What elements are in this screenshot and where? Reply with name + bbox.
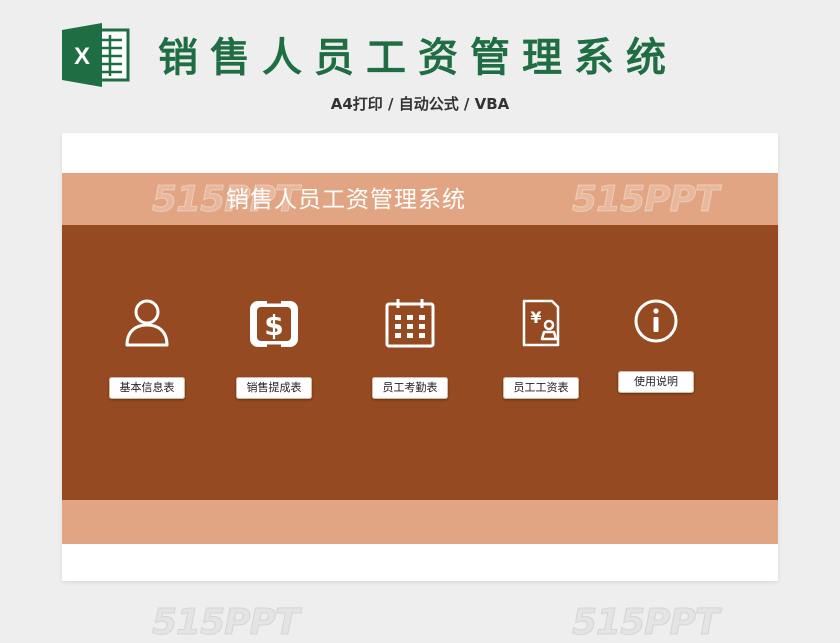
basic-info-button[interactable]: 基本信息表 (109, 377, 185, 399)
payslip-yen-icon: ¥ (522, 299, 560, 347)
info-icon (634, 299, 678, 343)
menu-item-payroll[interactable]: ¥ 员工工资表 (491, 297, 591, 437)
menu-item-instructions[interactable]: 使用说明 (606, 297, 706, 437)
page-title: 销售人员工资管理系统 (158, 35, 678, 81)
menu-item-attendance[interactable]: 员工考勤表 (360, 297, 460, 437)
instructions-button[interactable]: 使用说明 (618, 371, 694, 393)
system-title: 销售人员工资管理系统 (226, 187, 466, 213)
svg-text:¥: ¥ (530, 308, 541, 327)
menu-area: 基本信息表 $ 销售提成表 员工考勤表 ¥ 员工工资表 使用说明 (62, 225, 778, 500)
excel-logo-icon: X (62, 23, 130, 87)
menu-item-sales-commission[interactable]: $ 销售提成表 (224, 297, 324, 437)
person-icon (125, 299, 169, 347)
sales-commission-button[interactable]: 销售提成表 (236, 377, 312, 399)
calendar-icon (385, 299, 435, 348)
dollar-icon: $ (250, 300, 298, 348)
payroll-button[interactable]: 员工工资表 (503, 377, 579, 399)
title-band: 515PPT 515PPT 销售人员工资管理系统 (62, 173, 778, 225)
page-header: X 销售人员工资管理系统 A4打印 / 自动公式 / VBA (0, 0, 840, 130)
watermark-text: 515PPT (151, 602, 299, 643)
main-panel: 515PPT 515PPT 销售人员工资管理系统 基本信息表 $ 销售提成表 员… (62, 133, 778, 581)
watermark-text: 515PPT (571, 602, 719, 643)
excel-logo-letter: X (74, 43, 90, 70)
svg-text:$: $ (264, 309, 283, 342)
attendance-button[interactable]: 员工考勤表 (372, 377, 448, 399)
page-subtitle: A4打印 / 自动公式 / VBA (330, 95, 510, 113)
menu-item-basic-info[interactable]: 基本信息表 (97, 297, 197, 437)
bottom-band (62, 500, 778, 544)
